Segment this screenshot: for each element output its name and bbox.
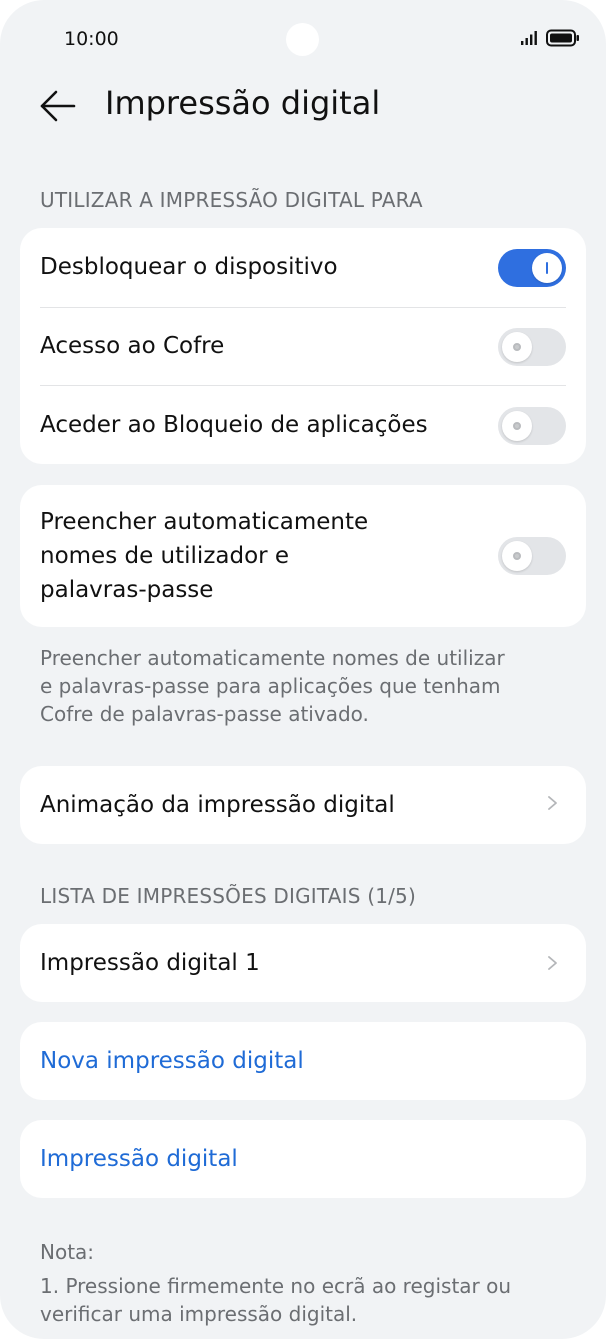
phone-screen: 10:00 Impressão digital UTILIZAR A IMPRE…	[0, 0, 606, 1339]
note-line: verificar uma impressão digital.	[40, 1302, 358, 1326]
fingerprint-row: Impressão digital 1	[40, 946, 566, 980]
back-button[interactable]	[36, 86, 80, 126]
identify-fingerprint-button[interactable]: Impressão digital	[20, 1120, 586, 1198]
divider	[40, 307, 566, 308]
signal-icon	[521, 31, 537, 45]
setting-row-app-lock[interactable]: Aceder ao Bloqueio de aplicações	[40, 408, 566, 442]
fingerprint-label: Impressão digital 1	[40, 950, 260, 976]
status-time: 10:00	[64, 28, 119, 50]
setting-row-vault-access[interactable]: Acesso ao Cofre	[40, 329, 566, 363]
setting-row-unlock-device[interactable]: Desbloquear o dispositivo	[40, 250, 566, 284]
status-icons	[520, 29, 580, 47]
chevron-right-icon	[548, 956, 557, 970]
autofill-description-line: Preencher automaticamente nomes de utili…	[40, 646, 505, 670]
toggle-knob	[502, 332, 532, 362]
autofill-label[interactable]: Preencher automaticamente nomes de utili…	[40, 505, 440, 607]
new-fingerprint-button[interactable]: Nova impressão digital	[20, 1022, 586, 1100]
note-title: Nota:	[40, 1240, 95, 1264]
animation-card[interactable]: Animação da impressão digital	[20, 766, 586, 844]
app-header: Impressão digital	[0, 78, 606, 134]
setting-label-vault-access: Acesso ao Cofre	[40, 333, 225, 359]
toggle-app-lock[interactable]	[498, 407, 566, 445]
autofill-description: Preencher automaticamente nomes de utili…	[40, 644, 558, 728]
status-bar: 10:00	[0, 0, 606, 80]
arrow-left-icon	[40, 90, 76, 122]
divider	[40, 385, 566, 386]
autofill-card: Preencher automaticamente nomes de utili…	[20, 485, 586, 627]
page-title: Impressão digital	[105, 84, 381, 122]
new-fingerprint-row: Nova impressão digital	[40, 1044, 566, 1078]
front-camera	[286, 23, 319, 56]
toggle-knob	[502, 411, 532, 441]
fingerprint-list-item[interactable]: Impressão digital 1	[20, 924, 586, 1002]
setting-label-unlock-device: Desbloquear o dispositivo	[40, 254, 338, 280]
identify-fingerprint-row: Impressão digital	[40, 1142, 566, 1176]
toggle-unlock-device[interactable]	[498, 249, 566, 287]
section-title-use: UTILIZAR A IMPRESSÃO DIGITAL PARA	[40, 188, 423, 212]
note: Nota: 1. Pressione firmemente no ecrã ao…	[40, 1238, 558, 1328]
chevron-right-icon	[548, 796, 557, 810]
note-line: 1. Pressione firmemente no ecrã ao regis…	[40, 1274, 512, 1298]
section-title-list: LISTA DE IMPRESSÕES DIGITAIS (1/5)	[40, 884, 416, 908]
autofill-description-line: e palavras-passe para aplicações que ten…	[40, 674, 501, 698]
identify-fingerprint-label: Impressão digital	[40, 1146, 238, 1172]
autofill-label-line: nomes de utilizador e	[40, 543, 290, 569]
setting-label-app-lock: Aceder ao Bloqueio de aplicações	[40, 412, 428, 438]
battery-icon	[546, 29, 579, 47]
animation-label: Animação da impressão digital	[40, 792, 395, 818]
toggle-knob	[502, 541, 532, 571]
use-fingerprint-card: Desbloquear o dispositivo Acesso ao Cofr…	[20, 228, 586, 464]
animation-row: Animação da impressão digital	[40, 788, 566, 822]
toggle-autofill[interactable]	[498, 537, 566, 575]
autofill-description-line: Cofre de palavras-passe ativado.	[40, 702, 369, 726]
autofill-label-line: palavras-passe	[40, 577, 214, 603]
new-fingerprint-label: Nova impressão digital	[40, 1048, 304, 1074]
autofill-label-line: Preencher automaticamente	[40, 509, 369, 535]
toggle-vault-access[interactable]	[498, 328, 566, 366]
toggle-knob	[532, 253, 562, 283]
